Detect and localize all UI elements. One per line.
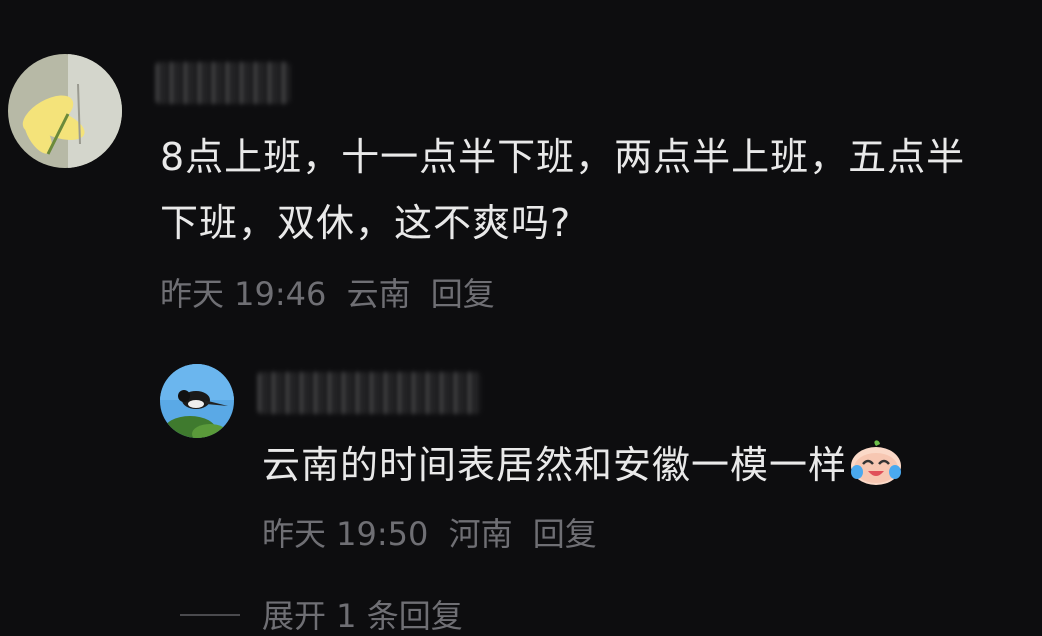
flower-avatar-icon [8,54,122,168]
reply-text: 云南的时间表居然和安徽一模一样 [262,443,848,487]
reply-meta: 昨天 19:50 河南 回复 [262,514,597,554]
comment-avatar[interactable] [8,54,122,168]
comment-text: 8点上班，十一点半下班，两点半上班，五点半下班，双休，这不爽吗? [160,135,966,245]
expand-divider [180,614,240,616]
reply-avatar[interactable] [160,364,234,438]
expand-replies-button[interactable]: 展开 1 条回复 [262,596,463,636]
reply-username-blurred[interactable] [258,372,482,414]
comment-reply-button[interactable]: 回复 [431,275,495,313]
comment-time: 昨天 19:46 [160,275,327,313]
comment-username-blurred[interactable] [156,62,290,104]
reply-reply-button[interactable]: 回复 [533,515,597,553]
comment-meta: 昨天 19:46 云南 回复 [160,274,495,314]
bird-avatar-icon [160,364,234,438]
reply-text-row: 云南的时间表居然和安徽一模一样 [262,432,903,506]
reply-time: 昨天 19:50 [262,515,429,553]
crying-laughing-emoji-icon [849,438,903,506]
comment-location: 云南 [346,275,411,313]
reply-location: 河南 [448,515,513,553]
